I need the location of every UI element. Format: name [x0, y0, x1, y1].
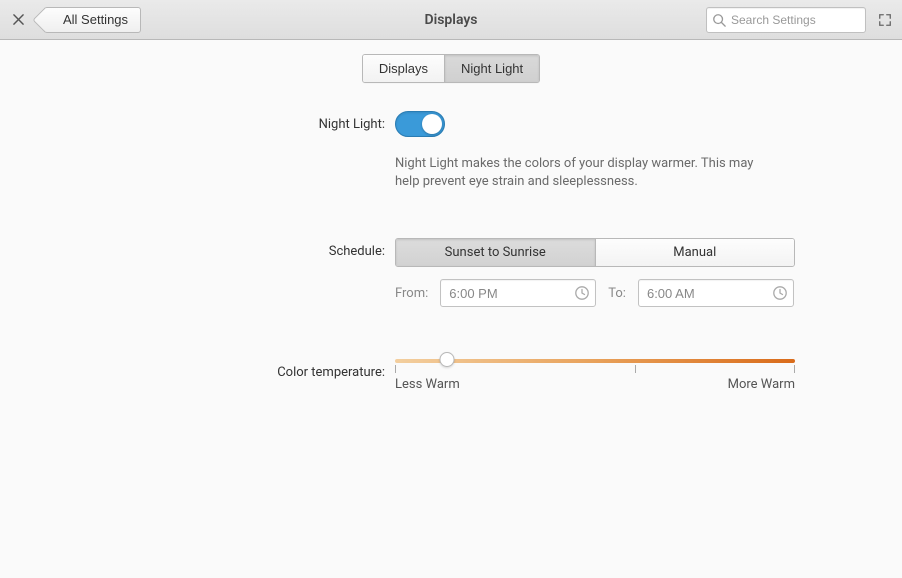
- search-icon: [712, 13, 726, 27]
- to-label: To:: [608, 286, 626, 301]
- from-time-field: [440, 279, 596, 307]
- content-area: Displays Night Light Night Light: Night …: [0, 40, 902, 392]
- back-all-settings-button[interactable]: All Settings: [44, 7, 141, 33]
- color-temperature-slider[interactable]: Less Warm More Warm: [395, 359, 795, 392]
- night-light-description: Night Light makes the colors of your dis…: [395, 155, 775, 190]
- schedule-label: Schedule:: [95, 238, 395, 259]
- window-title: Displays: [424, 12, 477, 28]
- night-light-form: Night Light: Night Light makes the color…: [95, 111, 807, 392]
- tab-night-light[interactable]: Night Light: [444, 55, 539, 82]
- night-light-label: Night Light:: [95, 111, 395, 132]
- schedule-times: From: To:: [395, 279, 807, 307]
- tab-displays[interactable]: Displays: [363, 55, 444, 82]
- view-switcher: Displays Night Light: [362, 54, 540, 83]
- close-button[interactable]: [8, 10, 28, 30]
- from-time-input[interactable]: [440, 279, 596, 307]
- clock-icon: [574, 285, 590, 301]
- schedule-option-sunset[interactable]: Sunset to Sunrise: [396, 239, 595, 266]
- close-icon: [13, 14, 24, 25]
- night-light-toggle[interactable]: [395, 111, 445, 137]
- to-time-field: [638, 279, 794, 307]
- slider-track: [395, 359, 795, 363]
- schedule-segmented: Sunset to Sunrise Manual: [395, 238, 795, 267]
- expand-icon: [878, 13, 892, 27]
- to-time-input[interactable]: [638, 279, 794, 307]
- search-input[interactable]: [706, 7, 866, 33]
- maximize-button[interactable]: [876, 11, 894, 29]
- schedule-option-manual[interactable]: Manual: [595, 239, 795, 266]
- titlebar: All Settings Displays: [0, 0, 902, 40]
- slider-max-label: More Warm: [728, 377, 795, 392]
- color-temperature-label: Color temperature:: [95, 359, 395, 380]
- search-wrap: [706, 7, 866, 33]
- from-label: From:: [395, 286, 428, 301]
- slider-min-label: Less Warm: [395, 377, 460, 392]
- slider-thumb[interactable]: [440, 352, 455, 367]
- back-label: All Settings: [63, 12, 128, 27]
- clock-icon: [772, 285, 788, 301]
